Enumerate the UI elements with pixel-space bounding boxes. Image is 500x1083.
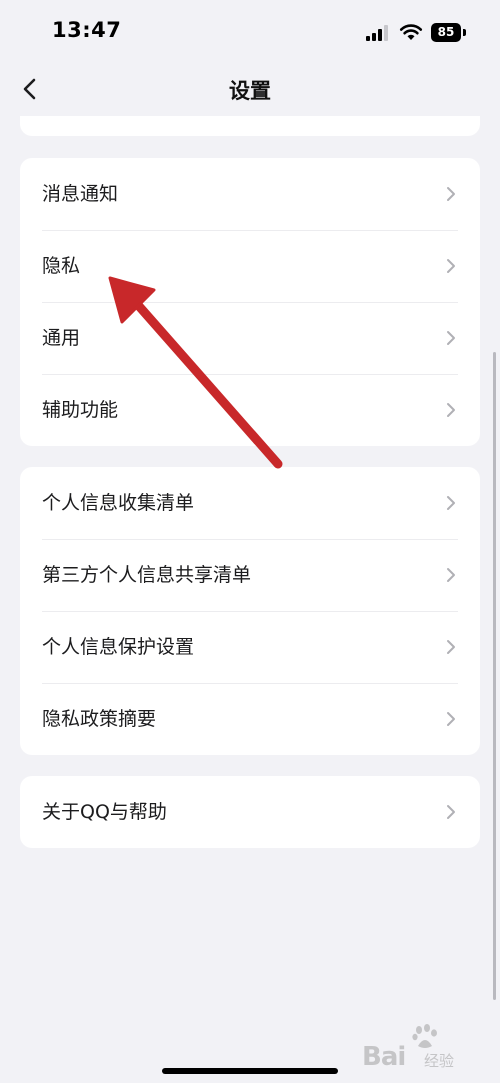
settings-item-personal-info-collection[interactable]: 个人信息收集清单 xyxy=(20,467,480,539)
settings-item-label: 关于QQ与帮助 xyxy=(42,801,167,823)
watermark-brand: Bai xyxy=(362,1042,406,1072)
cellular-signal-icon xyxy=(366,25,388,41)
page-title: 设置 xyxy=(229,79,271,103)
chevron-right-icon xyxy=(447,403,455,417)
home-indicator[interactable] xyxy=(162,1068,338,1074)
chevron-right-icon xyxy=(447,259,455,273)
chevron-right-icon xyxy=(447,568,455,582)
battery-level: 85 xyxy=(431,23,461,42)
chevron-right-icon xyxy=(447,496,455,510)
chevron-right-icon xyxy=(447,187,455,201)
settings-item-privacy-policy-summary[interactable]: 隐私政策摘要 xyxy=(20,683,480,755)
navigation-bar: 设置 xyxy=(0,64,500,114)
settings-item-label: 隐私 xyxy=(42,255,81,277)
watermark-sub: 经验 xyxy=(424,1052,455,1070)
wifi-icon xyxy=(399,24,423,40)
settings-group-3: 关于QQ与帮助 xyxy=(20,776,480,848)
status-time: 13:47 xyxy=(52,18,122,42)
scroll-indicator xyxy=(493,352,496,1000)
battery-tip xyxy=(463,29,466,36)
settings-item-label: 辅助功能 xyxy=(42,399,119,421)
settings-item-accessibility[interactable]: 辅助功能 xyxy=(20,374,480,446)
paw-logo-icon xyxy=(412,1024,437,1048)
settings-item-privacy[interactable]: 隐私 xyxy=(20,230,480,302)
settings-item-notifications[interactable]: 消息通知 xyxy=(20,158,480,230)
settings-item-label: 个人信息收集清单 xyxy=(42,492,195,514)
settings-item-info-protection[interactable]: 个人信息保护设置 xyxy=(20,611,480,683)
settings-group-partial xyxy=(20,116,480,136)
status-bar: 13:47 85 xyxy=(0,0,500,64)
chevron-right-icon xyxy=(447,640,455,654)
settings-item-label: 个人信息保护设置 xyxy=(42,636,195,658)
settings-item-label: 通用 xyxy=(42,327,81,349)
chevron-right-icon xyxy=(447,805,455,819)
settings-item-third-party-sharing[interactable]: 第三方个人信息共享清单 xyxy=(20,539,480,611)
chevron-right-icon xyxy=(447,712,455,726)
chevron-right-icon xyxy=(447,331,455,345)
settings-group-1: 消息通知 隐私 通用 辅助功能 xyxy=(20,158,480,446)
battery-indicator: 85 xyxy=(431,23,467,42)
settings-item-label: 隐私政策摘要 xyxy=(42,708,157,730)
settings-group-2: 个人信息收集清单 第三方个人信息共享清单 个人信息保护设置 隐私政策摘要 xyxy=(20,467,480,755)
settings-item-about-help[interactable]: 关于QQ与帮助 xyxy=(20,776,480,848)
settings-item-general[interactable]: 通用 xyxy=(20,302,480,374)
settings-item-label: 消息通知 xyxy=(42,183,119,205)
settings-item-label: 第三方个人信息共享清单 xyxy=(42,564,252,586)
baidu-watermark: Bai 经验 xyxy=(362,1020,492,1072)
